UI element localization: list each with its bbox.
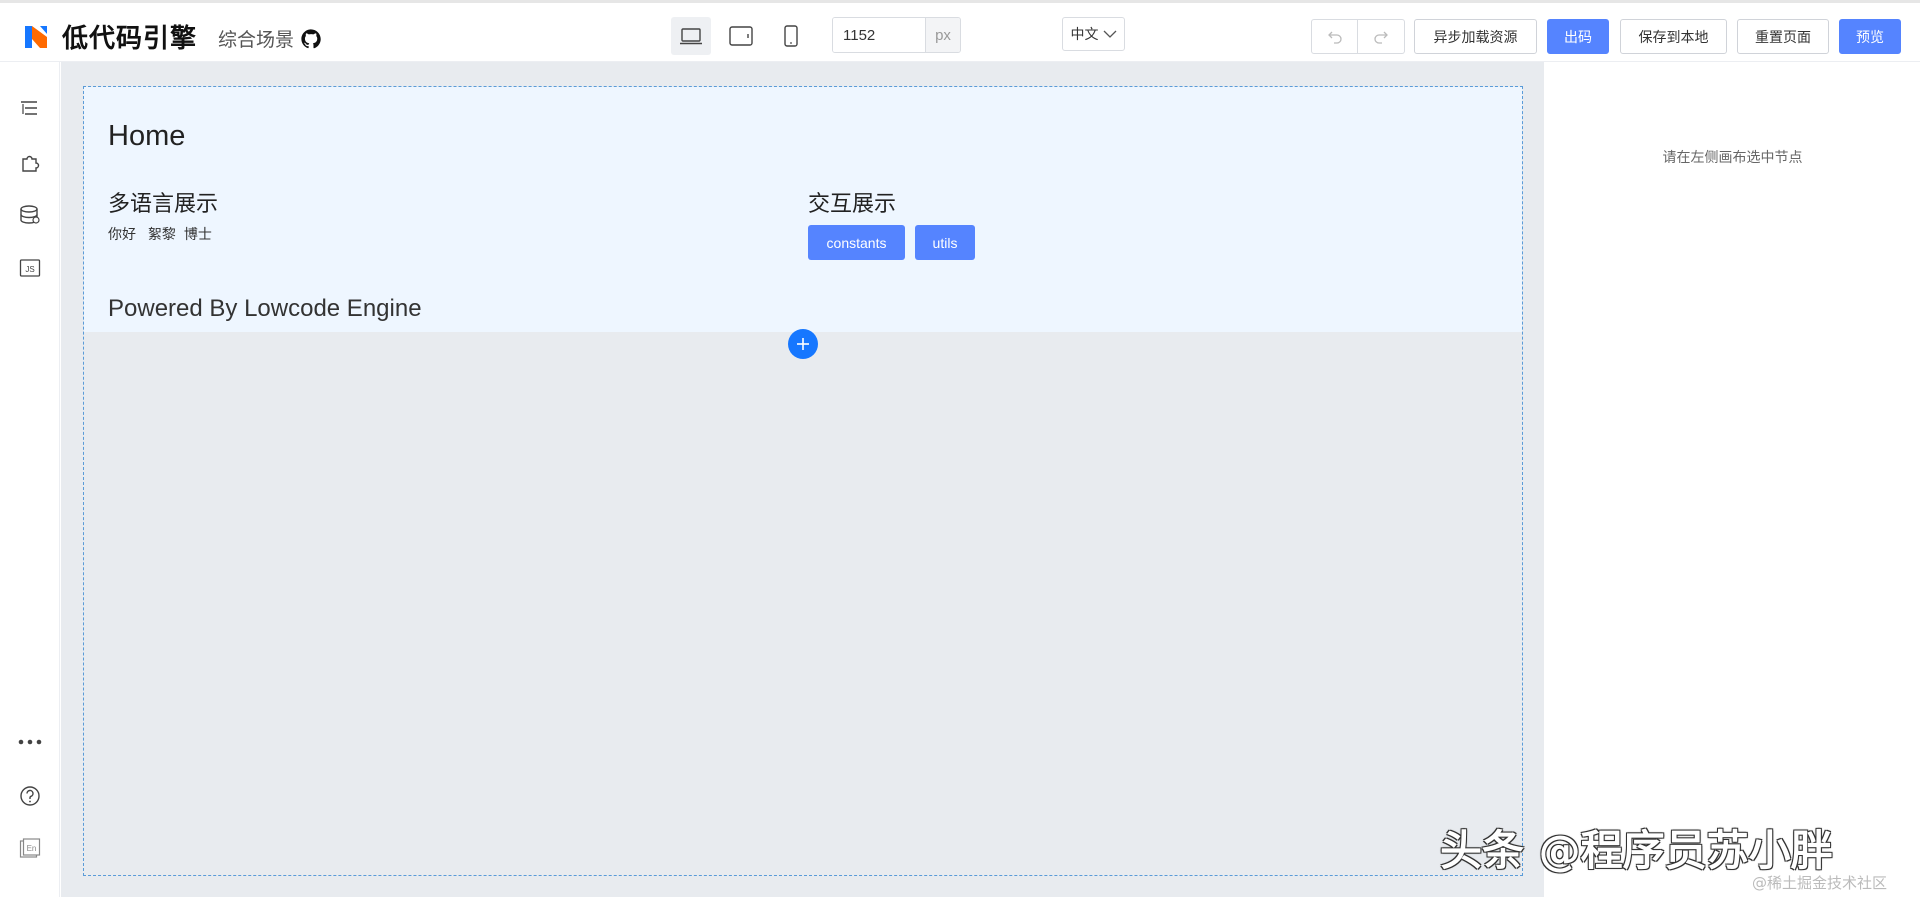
i18n-section-title[interactable]: 多语言展示	[108, 186, 218, 218]
page-title[interactable]: Home	[108, 120, 185, 153]
js-code-icon[interactable]: JS	[17, 255, 43, 281]
redo-icon	[1374, 31, 1388, 44]
settings-empty-hint: 请在左侧画布选中节点	[1662, 149, 1803, 165]
brand-logo[interactable]: 低代码引擎	[22, 18, 197, 55]
top-toolbar: 低代码引擎 综合场景 px 中文 异步加载资源 出码 保存到本	[0, 0, 1920, 62]
locale-select[interactable]: 中文	[1062, 17, 1125, 51]
help-icon[interactable]	[17, 783, 43, 809]
desktop-icon[interactable]	[671, 17, 711, 55]
phone-icon[interactable]	[771, 17, 811, 55]
page-frame[interactable]: Home 多语言展示 你好 絮黎 博士 交互展示 constants utils …	[83, 86, 1523, 876]
canvas-width-input-group: px	[832, 17, 961, 53]
constants-button[interactable]: constants	[808, 225, 905, 260]
save-local-button[interactable]: 保存到本地	[1620, 19, 1727, 54]
preview-button[interactable]: 预览	[1839, 19, 1901, 54]
scene-label: 综合场景	[218, 30, 295, 51]
data-source-icon[interactable]	[17, 202, 43, 228]
history-controls	[1311, 19, 1405, 54]
outline-tree-icon[interactable]	[17, 96, 43, 122]
github-icon[interactable]	[300, 28, 322, 50]
undo-button[interactable]	[1311, 19, 1358, 54]
async-load-resources-button[interactable]: 异步加载资源	[1414, 19, 1537, 54]
page-content[interactable]: Home 多语言展示 你好 絮黎 博士 交互展示 constants utils …	[84, 87, 1522, 332]
watermark-main: 头条 @程序员苏小胖	[1440, 826, 1833, 875]
more-icon[interactable]	[17, 729, 43, 755]
svg-text:JS: JS	[25, 265, 34, 274]
settings-panel: 请在左侧画布选中节点	[1545, 62, 1920, 897]
canvas-width-unit: px	[925, 18, 960, 52]
left-sidebar: JS En	[0, 62, 60, 897]
locale-selected-value: 中文	[1070, 26, 1099, 42]
device-switcher	[671, 17, 821, 55]
reset-page-button[interactable]: 重置页面	[1737, 19, 1829, 54]
scene-switcher[interactable]: 综合场景	[218, 25, 322, 52]
svg-text:En: En	[27, 844, 37, 853]
canvas-width-input[interactable]	[833, 18, 925, 52]
tablet-icon[interactable]	[721, 17, 761, 55]
powered-by-text[interactable]: Powered By Lowcode Engine	[108, 295, 422, 323]
design-canvas: Home 多语言展示 你好 絮黎 博士 交互展示 constants utils …	[61, 62, 1544, 897]
plus-icon	[797, 338, 809, 350]
interaction-section-title[interactable]: 交互展示	[808, 186, 896, 218]
brand-logo-icon	[22, 23, 50, 51]
add-component-button[interactable]	[788, 329, 818, 359]
i18n-text[interactable]: 你好 絮黎 博士	[108, 224, 220, 244]
export-code-button[interactable]: 出码	[1547, 19, 1609, 54]
component-puzzle-icon[interactable]	[17, 149, 43, 175]
i18n-word: 你好	[108, 226, 136, 242]
brand-title: 低代码引擎	[62, 24, 198, 54]
redo-button[interactable]	[1358, 19, 1405, 54]
i18n-word: 博士	[183, 226, 212, 242]
chevron-down-icon	[1103, 30, 1116, 38]
utils-button[interactable]: utils	[915, 225, 975, 260]
i18n-word: 絮黎	[147, 226, 176, 242]
language-en-icon[interactable]: En	[17, 836, 43, 862]
undo-icon	[1327, 31, 1342, 44]
watermark-sub: @稀土掘金技术社区	[1752, 874, 1888, 892]
